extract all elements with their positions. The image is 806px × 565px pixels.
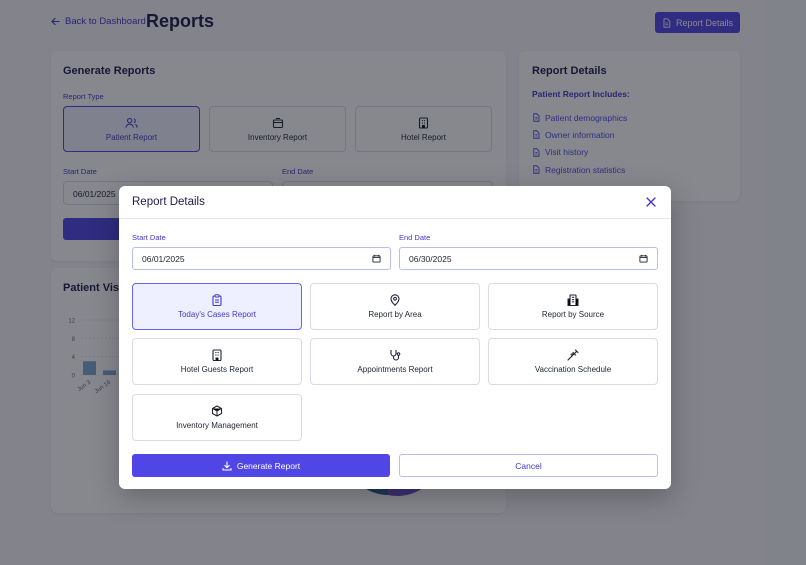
map-pin-icon (390, 294, 400, 306)
cancel-button[interactable]: Cancel (399, 454, 658, 477)
modal-header: Report Details (119, 186, 671, 219)
close-button[interactable] (644, 195, 658, 209)
clipboard-icon (212, 294, 222, 306)
stethoscope-icon (390, 350, 401, 361)
end-date-value: 06/30/2025 (409, 253, 452, 264)
generate-report-button[interactable]: Generate Report (132, 454, 390, 477)
start-date-value: 06/01/2025 (142, 253, 185, 264)
option-label: Appointments Report (357, 365, 433, 374)
calendar-icon[interactable] (639, 254, 648, 263)
close-icon (646, 197, 656, 207)
generate-report-label: Generate Report (236, 460, 301, 471)
inventory-management-option[interactable]: Inventory Management (132, 394, 302, 441)
todays-cases-report-option[interactable]: Today's Cases Report (132, 283, 302, 330)
report-by-area-option[interactable]: Report by Area (310, 283, 480, 330)
syringe-icon (567, 349, 579, 361)
option-label: Report by Area (368, 310, 422, 319)
report-by-source-option[interactable]: Report by Source (488, 283, 658, 330)
end-date-input[interactable]: 06/30/2025 (399, 247, 658, 270)
appointments-report-option[interactable]: Appointments Report (310, 338, 480, 385)
calendar-icon[interactable] (372, 254, 381, 263)
buildings-icon (567, 294, 579, 306)
download-icon (222, 460, 232, 471)
option-label: Inventory Management (176, 421, 258, 430)
end-date-label: End Date (399, 233, 431, 242)
start-date-input[interactable]: 06/01/2025 (132, 247, 391, 270)
vaccination-schedule-option[interactable]: Vaccination Schedule (488, 338, 658, 385)
option-label: Report by Source (541, 310, 605, 319)
option-label: Hotel Guests Report (180, 365, 254, 374)
option-label: Today's Cases Report (177, 310, 256, 319)
report-details-modal: Report Details Start Date End Date 06/01… (119, 186, 671, 489)
option-label: Vaccination Schedule (534, 365, 612, 374)
hotel-guests-report-option[interactable]: Hotel Guests Report (132, 338, 302, 385)
hotel-icon (212, 349, 222, 361)
modal-title: Report Details (132, 196, 205, 208)
start-date-label: Start Date (132, 233, 166, 242)
package-icon (211, 405, 223, 417)
